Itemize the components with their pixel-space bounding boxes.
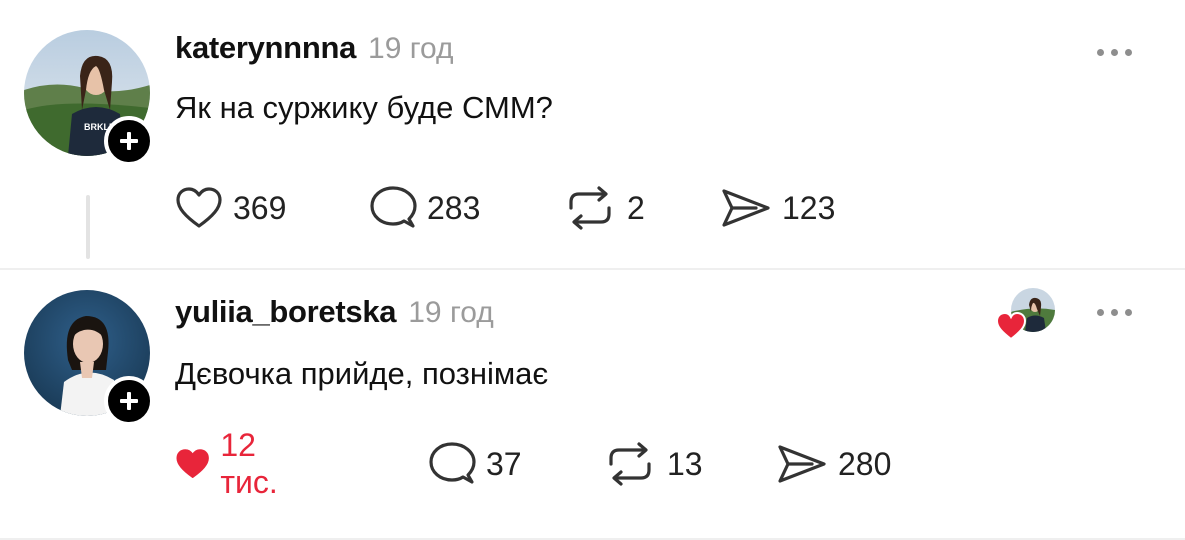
post-time: 19 год [368, 32, 454, 65]
share-count: 123 [782, 189, 836, 226]
send-icon [778, 445, 826, 483]
more-dots-icon [1097, 308, 1104, 316]
share-button[interactable]: 280 [776, 438, 891, 490]
liked-by-author-indicator [995, 288, 1059, 348]
repost-count: 2 [627, 189, 645, 226]
send-icon [722, 189, 770, 227]
more-dot [1111, 308, 1118, 316]
liked-heart-icon [995, 311, 1027, 341]
post-time: 19 год [408, 296, 494, 329]
follow-button[interactable] [104, 116, 154, 166]
more-dot [1125, 48, 1132, 56]
share-count: 280 [838, 445, 892, 482]
post-header: katerynnnna 19 год [175, 30, 454, 66]
thread-post: BRKLN katerynnnna 19 год Як на суржику б… [0, 0, 1185, 270]
like-button[interactable]: 369 [175, 182, 286, 234]
repost-button[interactable]: 13 [603, 438, 703, 490]
more-options-button[interactable] [1097, 42, 1141, 62]
like-button[interactable]: 12 тис. [175, 427, 292, 500]
reply-button[interactable]: 283 [369, 182, 480, 234]
more-options-button[interactable] [1097, 302, 1141, 322]
plus-icon [120, 132, 138, 150]
plus-icon [120, 392, 138, 410]
repost-icon [609, 442, 651, 486]
reply-count: 283 [427, 189, 481, 226]
reply-count: 37 [486, 445, 522, 482]
reply-button[interactable]: 37 [428, 438, 522, 490]
thread-line [86, 195, 90, 259]
more-dot [1125, 308, 1132, 316]
repost-count: 13 [667, 445, 703, 482]
share-button[interactable]: 123 [720, 182, 835, 234]
avatar-container: BRKLN [24, 30, 154, 166]
repost-button[interactable]: 2 [563, 182, 645, 234]
username[interactable]: yuliia_boretska [175, 294, 397, 330]
like-count: 369 [233, 189, 287, 226]
post-header: yuliia_boretska 19 год [175, 294, 494, 330]
like-count: 12 тис. [220, 427, 278, 500]
repost-icon [569, 186, 611, 230]
more-dots-icon [1097, 48, 1104, 56]
heart-filled-icon [176, 449, 209, 478]
post-text: Як на суржику буде СММ? [175, 90, 553, 125]
speech-bubble-icon [429, 442, 476, 484]
thread-post: yuliia_boretska 19 год Дєвочка прийде, п… [0, 270, 1185, 540]
speech-bubble-icon [370, 186, 417, 228]
follow-button[interactable] [104, 376, 154, 426]
heart-icon [176, 187, 222, 228]
username[interactable]: katerynnnna [175, 30, 356, 66]
post-text: Дєвочка прийде, познімає [175, 356, 549, 391]
avatar-container [24, 290, 154, 426]
more-dot [1111, 48, 1118, 56]
